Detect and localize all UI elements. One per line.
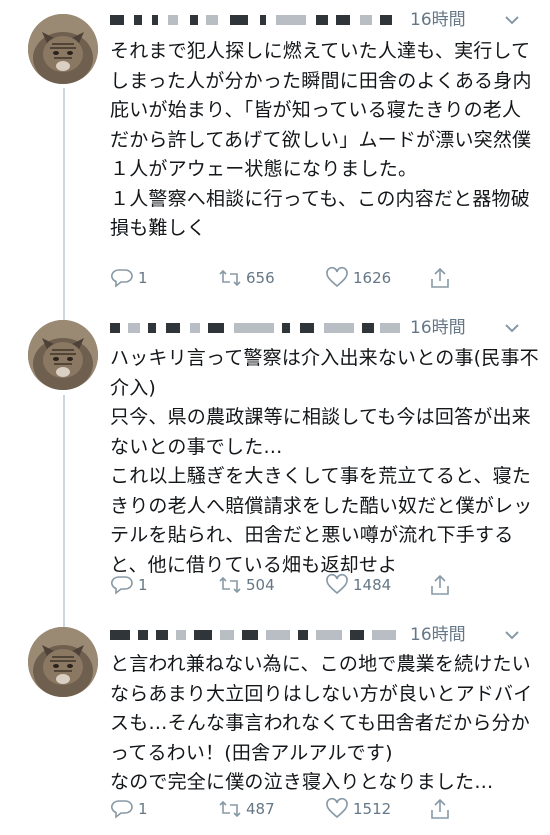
share-icon <box>431 574 449 595</box>
tweet-1[interactable]: 16時間 それまで犯人探しに燃えていた人達も、実行してしまった人が分かった瞬間に… <box>0 0 550 310</box>
redacted-username <box>110 319 410 337</box>
more-icon[interactable] <box>502 625 522 645</box>
avatar[interactable] <box>28 627 98 697</box>
tweet-header: 16時間 <box>110 623 530 647</box>
tweet-text: ハッキリ言って警察は介入出来ないとの事(民事不介入) 只今、県の農政課等に相談し… <box>110 347 539 576</box>
like-button[interactable]: 1626 <box>325 264 391 292</box>
retweet-icon <box>219 269 241 287</box>
retweet-button[interactable]: 504 <box>218 571 275 599</box>
reply-button[interactable]: 1 <box>110 795 148 823</box>
avatar[interactable] <box>28 14 98 84</box>
retweet-button[interactable]: 487 <box>218 795 275 823</box>
like-count: 1484 <box>353 576 392 594</box>
heart-icon <box>326 266 348 288</box>
tweet-header: 16時間 <box>110 316 530 340</box>
retweet-button[interactable]: 656 <box>218 264 275 292</box>
like-button[interactable]: 1512 <box>325 795 391 823</box>
tweet-text: と言われ兼ねない為に、この地で農業を続けたいならあまり大立回りはしない方が良いと… <box>110 653 533 793</box>
like-button[interactable]: 1484 <box>325 571 391 599</box>
reply-count: 1 <box>138 800 148 818</box>
tweet-3[interactable]: 16時間 と言われ兼ねない為に、この地で農業を続けたいならあまり大立回りはしない… <box>0 615 550 835</box>
reply-icon <box>111 269 133 288</box>
tweet-time[interactable]: 16時間 <box>410 623 466 647</box>
avatar[interactable] <box>28 320 98 390</box>
more-icon[interactable] <box>502 10 522 30</box>
tweet-text: それまで犯人探しに燃えていた人達も、実行してしまった人が分かった瞬間に田舎のよく… <box>110 40 532 239</box>
reply-button[interactable]: 1 <box>110 571 148 599</box>
share-icon <box>431 267 449 288</box>
retweet-count: 487 <box>246 800 275 818</box>
reply-count: 1 <box>138 269 148 287</box>
reply-button[interactable]: 1 <box>110 264 148 292</box>
tweet-actions: 1 504 1484 <box>110 571 530 599</box>
retweet-count: 656 <box>246 269 275 287</box>
share-button[interactable] <box>428 264 456 292</box>
more-icon[interactable] <box>502 318 522 338</box>
retweet-icon <box>219 800 241 818</box>
share-button[interactable] <box>428 571 456 599</box>
tweet-time[interactable]: 16時間 <box>410 8 466 32</box>
retweet-icon <box>219 576 241 594</box>
retweet-count: 504 <box>246 576 275 594</box>
tweet-time[interactable]: 16時間 <box>410 316 466 340</box>
redacted-username <box>110 626 410 644</box>
tweet-2[interactable]: 16時間 ハッキリ言って警察は介入出来ないとの事(民事不介入) 只今、県の農政課… <box>0 310 550 615</box>
heart-icon <box>326 573 348 595</box>
like-count: 1512 <box>353 800 392 818</box>
tweet-actions: 1 656 1626 <box>110 264 530 292</box>
like-count: 1626 <box>353 269 392 287</box>
reply-count: 1 <box>138 576 148 594</box>
redacted-username <box>110 11 410 29</box>
heart-icon <box>326 797 348 819</box>
share-button[interactable] <box>428 795 456 823</box>
reply-icon <box>111 576 133 595</box>
tweet-actions: 1 487 1512 <box>110 795 530 823</box>
share-icon <box>431 798 449 819</box>
tweet-header: 16時間 <box>110 8 530 32</box>
reply-icon <box>111 800 133 819</box>
